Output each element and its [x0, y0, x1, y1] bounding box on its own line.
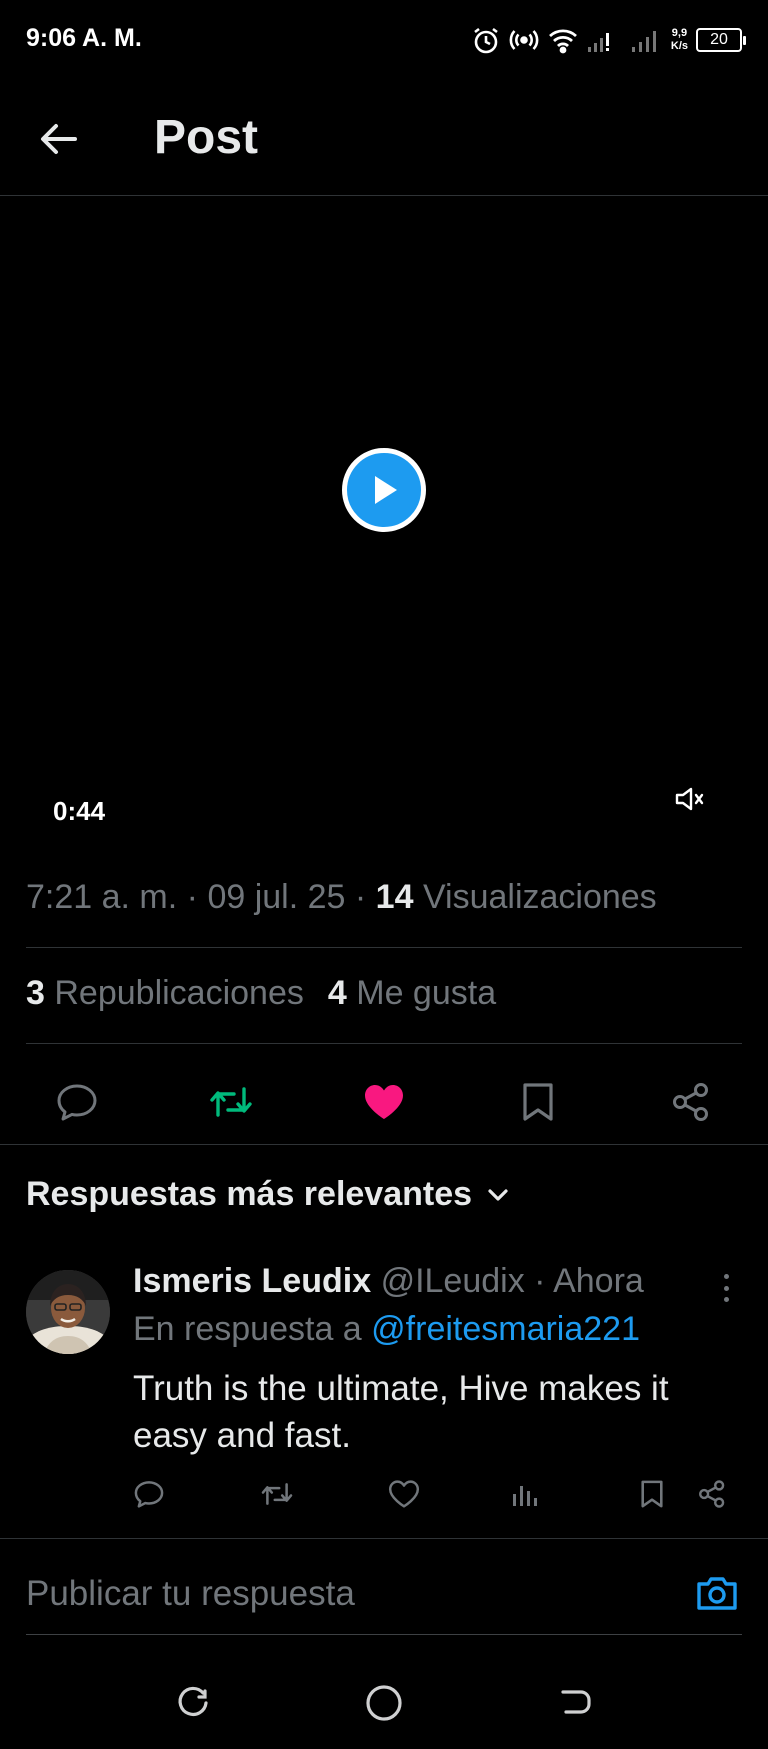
arrow-left-icon: [41, 124, 77, 154]
post-stats: 3 Republicaciones 4 Me gusta: [26, 974, 496, 1013]
compose-underline: [26, 1634, 742, 1635]
reply-prefix: En respuesta a: [133, 1310, 362, 1348]
analytics-icon: [513, 1486, 537, 1506]
more-options-button[interactable]: [714, 1270, 738, 1306]
reply-header: Ismeris Leudix @ILeudix · Ahora: [133, 1262, 644, 1301]
reply-button[interactable]: [49, 1074, 105, 1130]
repost-icon: [261, 1483, 293, 1505]
reposts-count: 3: [26, 974, 45, 1012]
reposts-label: Republicaciones: [54, 974, 304, 1012]
camera-button[interactable]: [694, 1570, 740, 1616]
replies-heading: Respuestas más relevantes: [26, 1175, 473, 1213]
signal-icon: [631, 27, 663, 53]
play-icon: [375, 476, 397, 504]
video-duration: 0:44: [53, 796, 106, 826]
reply-text: Truth is the ultimate, Hive makes it eas…: [133, 1369, 669, 1455]
reply-time: Ahora: [553, 1262, 644, 1300]
author-handle[interactable]: @ILeudix: [381, 1262, 525, 1300]
chevron-down-icon: [488, 1188, 508, 1201]
reply-icon: [134, 1481, 164, 1508]
home-button[interactable]: [359, 1678, 409, 1728]
recent-apps-button[interactable]: [168, 1678, 218, 1728]
status-icons: 9,9 K/s 20: [471, 20, 746, 60]
page-title: Post: [154, 111, 259, 164]
battery-level: 20: [710, 31, 728, 48]
back-nav-icon: [561, 1690, 591, 1714]
likes-stat[interactable]: 4 Me gusta: [328, 974, 496, 1012]
reply-item[interactable]: Ismeris Leudix @ILeudix · Ahora En respu…: [0, 1262, 768, 1538]
wifi-icon: [547, 25, 579, 55]
reply-share-button[interactable]: [692, 1474, 732, 1514]
post-time: 7:21 a. m.: [26, 878, 178, 916]
status-bar: 9:06 A. M. 9,9 K/s 20: [0, 0, 768, 80]
heart-icon: [365, 1085, 403, 1119]
author-name[interactable]: Ismeris Leudix: [133, 1262, 371, 1300]
post-date: 09 jul. 25: [207, 878, 346, 916]
reply-bookmark-button[interactable]: [632, 1474, 672, 1514]
mention-link[interactable]: @freitesmaria221: [371, 1310, 640, 1348]
reply-repost-button[interactable]: [257, 1474, 297, 1514]
meta-separator: ·: [354, 878, 367, 916]
reply-reply-button[interactable]: [129, 1474, 169, 1514]
divider: [26, 947, 742, 948]
heart-outline-icon: [388, 1480, 420, 1508]
more-dot: [723, 1274, 729, 1279]
recent-apps-icon: [178, 1686, 208, 1716]
divider: [26, 1043, 742, 1044]
reply-input[interactable]: [26, 1574, 626, 1614]
bookmark-icon: [641, 1480, 663, 1508]
handle-separator: ·: [534, 1262, 546, 1300]
likes-label: Me gusta: [356, 974, 497, 1012]
meta-separator: ·: [186, 878, 198, 916]
volume-muted-icon: [675, 787, 704, 811]
reply-context: En respuesta a @freitesmaria221: [133, 1310, 640, 1349]
back-button[interactable]: [36, 116, 82, 162]
camera-icon: [697, 1577, 737, 1610]
views-count: 14: [375, 878, 414, 916]
reply-like-button[interactable]: [384, 1474, 424, 1514]
network-speed-value: 9,9: [671, 27, 688, 39]
bookmark-button[interactable]: [510, 1074, 566, 1130]
share-button[interactable]: [663, 1074, 719, 1130]
repost-button[interactable]: [203, 1074, 259, 1130]
battery-icon: 20: [696, 28, 746, 52]
back-nav-button[interactable]: [550, 1678, 600, 1728]
more-dot: [723, 1285, 729, 1291]
hotspot-icon: [509, 25, 539, 55]
network-speed-unit: K/s: [670, 40, 688, 52]
signal-icon: [587, 27, 623, 53]
share-icon: [673, 1083, 708, 1121]
reposts-stat[interactable]: 3 Republicaciones: [26, 974, 304, 1012]
home-circle-icon: [366, 1685, 402, 1721]
reply-actions: [0, 1474, 768, 1520]
post-header: Post: [0, 80, 768, 196]
views-label: Visualizaciones: [422, 878, 657, 916]
more-dot: [723, 1297, 729, 1302]
divider: [0, 1144, 768, 1145]
mute-button[interactable]: [672, 781, 708, 817]
avatar[interactable]: [26, 1270, 110, 1354]
likes-count: 4: [327, 974, 347, 1012]
alarm-icon: [471, 25, 501, 55]
reply-views-button[interactable]: [504, 1474, 544, 1514]
like-button[interactable]: [356, 1074, 412, 1130]
status-time: 9:06 A. M.: [26, 24, 142, 52]
video-player[interactable]: 0:44: [0, 197, 768, 842]
divider: [0, 1538, 768, 1539]
system-nav-bar: [0, 1660, 768, 1749]
network-speed: 9,9 K/s: [671, 27, 688, 53]
bookmark-icon: [523, 1083, 553, 1121]
repost-icon: [210, 1087, 252, 1117]
play-button[interactable]: [342, 448, 426, 532]
reply-icon: [57, 1084, 97, 1121]
share-icon: [699, 1480, 725, 1508]
post-actions: [0, 1060, 768, 1144]
post-meta: 7:21 a. m. · 09 jul. 25 · 14 Visualizaci…: [26, 878, 657, 917]
replies-sort-dropdown[interactable]: Respuestas más relevantes: [26, 1175, 510, 1214]
